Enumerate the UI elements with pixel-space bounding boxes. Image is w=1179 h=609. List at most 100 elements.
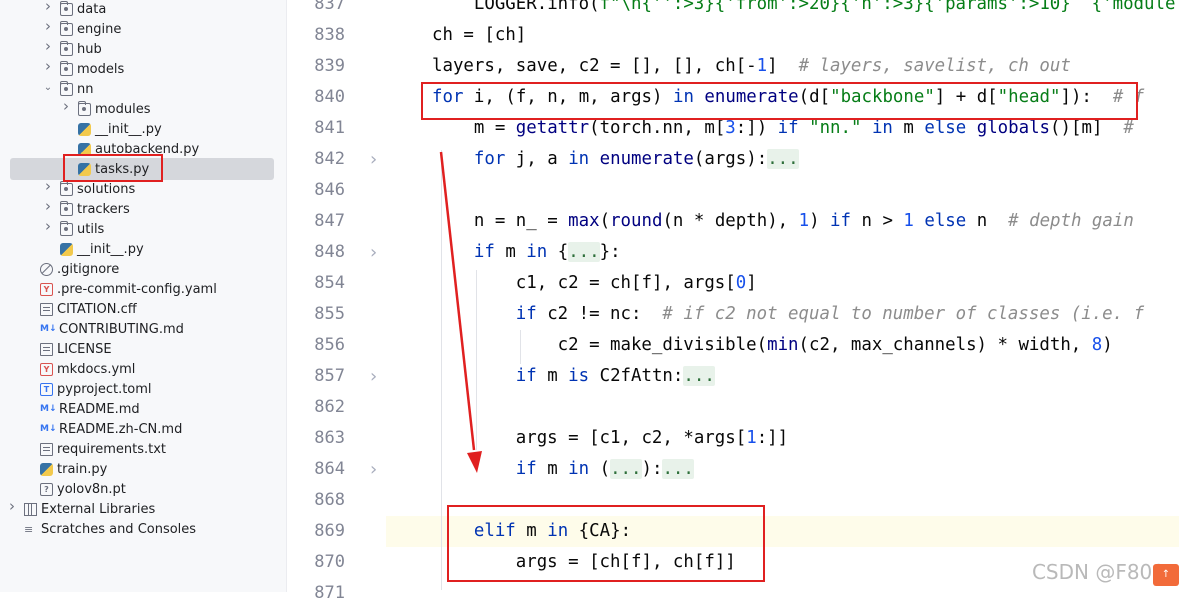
chevron-right-icon[interactable]: ›	[43, 0, 53, 14]
chevron-right-icon[interactable]: ›	[43, 219, 53, 234]
chevron-right-icon[interactable]: ›	[43, 179, 53, 194]
library-icon	[24, 503, 37, 516]
tree-item-label: __init__.py	[77, 242, 144, 257]
code-line[interactable]: LOGGER.info(f"\n{'':>3}{'from':>20}{'n':…	[432, 0, 1176, 20]
code-line[interactable]: if m in {...}:	[432, 237, 621, 268]
tree-item[interactable]: ⌄ nn	[0, 80, 286, 100]
tree-item-label: README.md	[59, 402, 140, 417]
indent-guide	[441, 150, 442, 590]
code-line[interactable]: for i, (f, n, m, args) in enumerate(d["b…	[432, 82, 1144, 113]
code-line[interactable]: m = getattr(torch.nn, m[3:]) if "nn." in…	[432, 113, 1134, 144]
tree-item[interactable]: __init__.py	[0, 240, 286, 260]
code-line[interactable]: if m is C2fAttn:...	[432, 361, 715, 392]
chevron-right-icon[interactable]: ›	[43, 199, 53, 214]
folder-icon	[60, 81, 73, 96]
line-number: 870	[314, 552, 345, 572]
fold-chevron-icon[interactable]: ›	[370, 454, 382, 485]
tree-item[interactable]: › utils	[0, 219, 286, 240]
code-line[interactable]: elif m in {CA}:	[432, 516, 631, 547]
code-line[interactable]: args = [c1, c2, *args[1:]]	[432, 423, 788, 454]
code-line[interactable]: c2 = make_divisible(min(c2, max_channels…	[432, 330, 1113, 361]
tree-item[interactable]: M↓ README.md	[0, 400, 286, 420]
tree-item-label: Scratches and Consoles	[41, 522, 197, 537]
line-number: 846	[314, 180, 345, 200]
tree-item[interactable]: › External Libraries	[0, 499, 286, 520]
tree-item-label: External Libraries	[41, 502, 156, 517]
line-number: 862	[314, 397, 345, 417]
code-line[interactable]: for j, a in enumerate(args):...	[432, 144, 799, 175]
python-file-icon	[60, 243, 73, 256]
tree-item[interactable]: ? yolov8n.pt	[0, 480, 286, 500]
tree-item-label: train.py	[57, 462, 108, 477]
tree-item[interactable]: › data	[0, 0, 286, 20]
folder-icon	[60, 61, 73, 76]
chevron-right-icon[interactable]: ›	[7, 499, 17, 514]
code-line[interactable]: if m in (...):...	[432, 454, 694, 485]
text-file-icon	[40, 303, 53, 316]
folder-icon	[60, 201, 73, 216]
tree-item[interactable]: __init__.py	[0, 120, 286, 140]
code-line[interactable]: layers, save, c2 = [], [], ch[-1] # laye…	[432, 51, 1071, 82]
indent-guide	[520, 330, 521, 364]
tree-item-label: .pre-commit-config.yaml	[57, 282, 217, 297]
tree-item[interactable]: Tpyproject.toml	[0, 380, 286, 400]
folder-icon	[60, 21, 73, 36]
tree-item[interactable]: CITATION.cff	[0, 300, 286, 320]
python-file-icon	[78, 123, 91, 136]
tree-item[interactable]: › hub	[0, 39, 286, 60]
markdown-file-icon: M↓	[40, 404, 57, 414]
chevron-right-icon[interactable]: ›	[61, 99, 71, 114]
tree-item[interactable]: LICENSE	[0, 340, 286, 360]
fold-chevron-icon[interactable]: ›	[370, 361, 382, 392]
chevron-down-icon[interactable]: ⌄	[43, 83, 53, 93]
tree-item[interactable]: › modules	[0, 99, 286, 120]
fold-chevron-icon[interactable]: ›	[370, 237, 382, 268]
tree-item[interactable]: › engine	[0, 19, 286, 40]
folder-icon	[60, 181, 73, 196]
line-number: 855	[314, 304, 345, 324]
chevron-right-icon[interactable]: ›	[43, 19, 53, 34]
tree-item[interactable]: › solutions	[0, 179, 286, 200]
tree-item-label: yolov8n.pt	[57, 482, 126, 497]
tree-item[interactable]: › models	[0, 59, 286, 80]
markdown-file-icon: M↓	[40, 324, 57, 334]
tree-item[interactable]: Ymkdocs.yml	[0, 360, 286, 380]
tree-item[interactable]: Y .pre-commit-config.yaml	[0, 280, 286, 300]
fold-chevron-icon[interactable]: ›	[370, 144, 382, 175]
tree-item-label: data	[77, 2, 107, 17]
tree-item[interactable]: tasks.py	[0, 160, 286, 180]
tree-item[interactable]: requirements.txt	[0, 440, 286, 460]
code-line[interactable]: args = [ch[f], ch[f]]	[432, 547, 736, 578]
tree-item-label: LICENSE	[57, 342, 112, 357]
text-file-icon	[40, 343, 53, 356]
code-line[interactable]: n = n_ = max(round(n * depth), 1) if n >…	[432, 206, 1134, 237]
tree-item[interactable]: M↓ CONTRIBUTING.md	[0, 320, 286, 340]
watermark: CSDN @F800	[1031, 560, 1165, 584]
tree-item-label: pyproject.toml	[57, 382, 152, 397]
tree-item-label: CONTRIBUTING.md	[59, 322, 184, 337]
chevron-right-icon[interactable]: ›	[43, 59, 53, 74]
line-number: 839	[314, 56, 345, 76]
tree-item-label: tasks.py	[95, 162, 150, 177]
python-file-icon	[40, 463, 53, 476]
folder-icon	[60, 41, 73, 56]
tree-item[interactable]: › trackers	[0, 199, 286, 220]
tree-item[interactable]: ≡ Scratches and Consoles	[0, 520, 286, 540]
tree-item[interactable]: train.py	[0, 460, 286, 480]
code-line[interactable]: ch = [ch]	[432, 20, 526, 51]
line-number: 856	[314, 335, 345, 355]
chevron-right-icon[interactable]: ›	[43, 39, 53, 54]
gitignore-icon	[40, 263, 53, 276]
line-number: 842	[314, 149, 345, 169]
code-line[interactable]: c1, c2 = ch[f], args[0]	[432, 268, 757, 299]
line-number: 864	[314, 459, 345, 479]
tree-item[interactable]: M↓ README.zh-CN.md	[0, 420, 286, 440]
tree-item[interactable]: autobackend.py	[0, 140, 286, 160]
tree-item[interactable]: .gitignore	[0, 260, 286, 280]
code-line[interactable]: if c2 != nc: # if c2 not equal to number…	[432, 299, 1144, 330]
folder-icon	[78, 101, 91, 116]
indent-guide	[476, 270, 477, 450]
unknown-file-icon: ?	[40, 483, 53, 496]
folder-icon	[60, 1, 73, 16]
tree-item-label: CITATION.cff	[57, 302, 137, 317]
